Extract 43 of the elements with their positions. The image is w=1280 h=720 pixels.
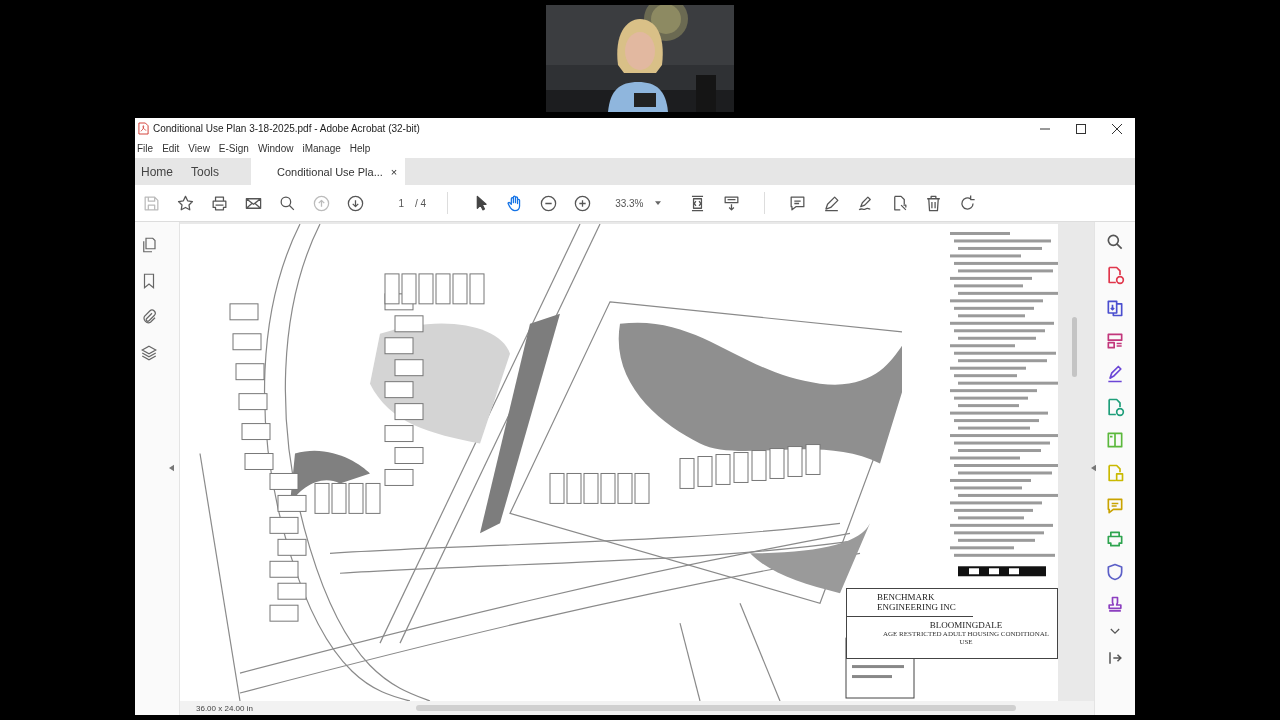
pdf-file-icon xyxy=(138,122,149,135)
page-size-label: 36.00 x 24.00 in xyxy=(195,703,254,713)
page-number-field[interactable]: 1 xyxy=(378,197,404,209)
tab-close-button[interactable]: × xyxy=(390,165,398,178)
expand-arrow-icon[interactable] xyxy=(1091,464,1096,472)
layers-icon[interactable] xyxy=(140,344,158,362)
chevron-down-icon[interactable] xyxy=(1110,628,1120,635)
sign-pen-icon[interactable] xyxy=(1105,364,1125,384)
collapse-arrow-icon[interactable] xyxy=(169,464,174,472)
pages-icon[interactable] xyxy=(140,236,158,254)
magnifier-icon[interactable] xyxy=(1105,232,1125,252)
menu-item[interactable]: Help xyxy=(349,143,371,154)
menu-item[interactable]: Window xyxy=(257,143,294,154)
menu-item[interactable]: Edit xyxy=(162,143,180,154)
tab[interactable]: Home xyxy=(135,158,185,185)
maximize-icon[interactable] xyxy=(1076,123,1086,134)
caret-icon[interactable] xyxy=(655,201,662,205)
document-plus-icon[interactable] xyxy=(1105,265,1125,285)
firm-name: BENCHMARK xyxy=(877,592,935,602)
firm-name-line: ENGINEERING INC xyxy=(877,602,956,612)
zoom-dropdown[interactable]: 33.3% xyxy=(605,197,676,209)
down-arrow-icon[interactable] xyxy=(346,193,365,213)
project-name: BLOOMINGDALE xyxy=(929,620,1003,630)
menu-item[interactable]: File xyxy=(137,143,154,154)
document-export-icon[interactable] xyxy=(1105,298,1125,318)
close-icon[interactable] xyxy=(1112,123,1122,134)
print-production-icon[interactable] xyxy=(1105,529,1125,549)
tab[interactable]: Conditional Use Pla... × xyxy=(251,158,406,185)
paperclip-icon[interactable] xyxy=(140,308,158,326)
menu-item[interactable]: View xyxy=(188,143,210,154)
rotate-icon[interactable] xyxy=(958,193,978,213)
document-share-icon[interactable] xyxy=(1105,397,1125,417)
star-icon[interactable] xyxy=(176,193,195,213)
zoom-in-icon[interactable] xyxy=(573,193,593,213)
shield-icon[interactable] xyxy=(1105,562,1125,582)
zoom-out-icon[interactable] xyxy=(539,193,559,213)
tab[interactable]: Tools xyxy=(185,158,232,185)
window-title: Conditional Use Plan 3-18-2025.pdf - Adobe Acrobat (32-bit) xyxy=(153,123,420,134)
page-count: / 4 xyxy=(415,197,427,209)
menu-item[interactable]: E-Sign xyxy=(218,143,249,154)
stamp-icon[interactable] xyxy=(1105,595,1125,615)
layout-icon[interactable] xyxy=(1105,331,1125,351)
menu-item[interactable]: iManage xyxy=(302,143,341,154)
